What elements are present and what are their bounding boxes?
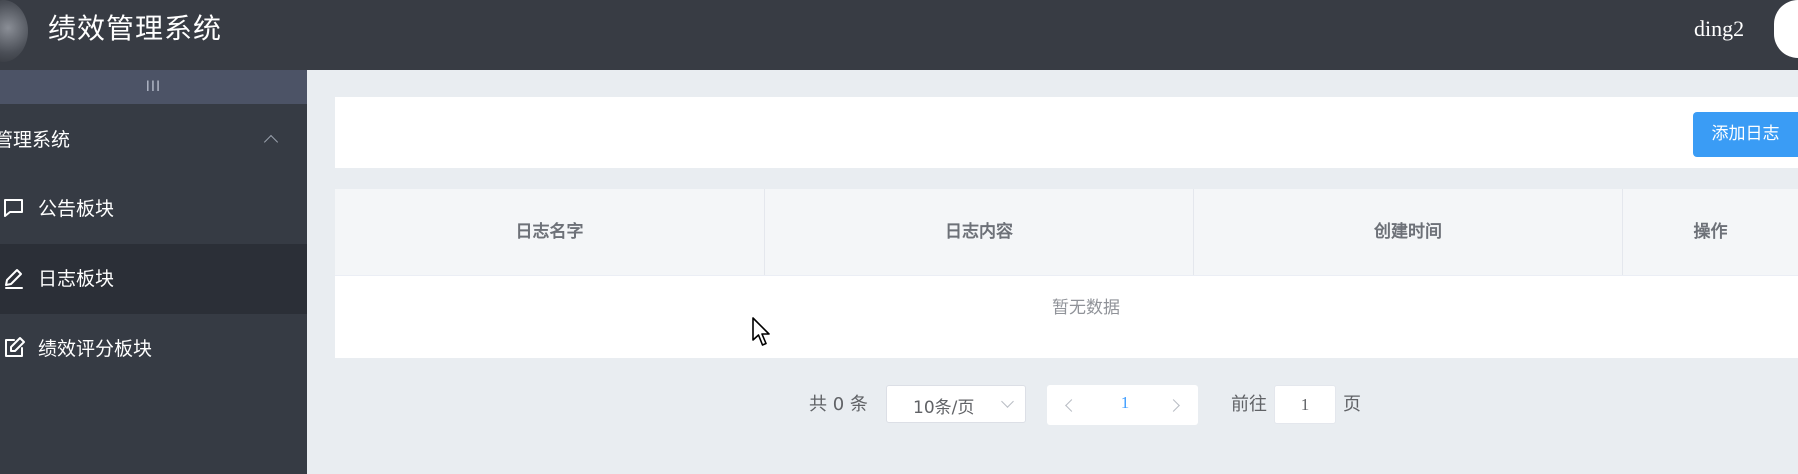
edit-icon — [5, 337, 25, 357]
pager: 1 — [1047, 385, 1198, 425]
sidebar-item-announcements[interactable]: 公告板块 — [0, 174, 307, 244]
column-header-created-time[interactable]: 创建时间 — [1194, 189, 1623, 275]
chevron-down-icon — [1001, 395, 1014, 408]
column-header-log-content[interactable]: 日志内容 — [765, 189, 1194, 275]
message-square-icon — [4, 199, 23, 217]
username[interactable]: ding2 — [1694, 14, 1744, 44]
mouse-cursor-icon — [752, 317, 770, 346]
sidebar: III 管理系统 公告板块 日志板块 绩效评分板块 — [0, 70, 307, 474]
chevron-up-icon — [263, 134, 279, 150]
prev-page-button[interactable] — [1065, 399, 1078, 412]
add-log-button[interactable]: 添加日志 — [1693, 112, 1798, 157]
avatar[interactable] — [1774, 0, 1798, 58]
toolbar-card — [335, 97, 1798, 168]
sidebar-item-logs[interactable]: 日志板块 — [0, 244, 307, 314]
goto-label: 前往 — [1231, 394, 1267, 415]
pen-icon — [5, 269, 23, 289]
column-header-actions: 操作 — [1693, 222, 1728, 242]
page-size-select[interactable]: 10条/页 — [886, 385, 1026, 423]
sidebar-item-label: 日志板块 — [38, 268, 115, 290]
app-title: 绩效管理系统 — [48, 12, 223, 45]
sidebar-collapse-toggle[interactable]: III — [0, 70, 307, 104]
sidebar-item-label: 绩效评分板块 — [38, 338, 153, 360]
page-size-value: 10条/页 — [913, 398, 975, 418]
goto-page-input[interactable]: 1 — [1274, 385, 1336, 424]
log-table: 日志名字 日志内容 创建时间 操作 暂无数据 — [335, 189, 1798, 358]
menu-group-title: 管理系统 — [0, 129, 71, 151]
menu-group-header[interactable]: 管理系统 — [0, 104, 307, 174]
top-header: 绩效管理系统 ding2 — [0, 0, 1798, 70]
page-unit-label: 页 — [1343, 394, 1361, 415]
pagination-total: 共 0 条 — [809, 394, 868, 415]
page-number-current[interactable]: 1 — [1115, 393, 1135, 413]
sidebar-item-label: 公告板块 — [38, 198, 115, 220]
sidebar-item-performance[interactable]: 绩效评分板块 — [0, 314, 307, 384]
empty-state-text: 暂无数据 — [1052, 298, 1120, 318]
logo — [0, 0, 28, 62]
next-page-button[interactable] — [1167, 399, 1180, 412]
table-header: 日志名字 日志内容 创建时间 操作 — [335, 189, 1798, 276]
column-header-log-name[interactable]: 日志名字 — [335, 189, 765, 275]
